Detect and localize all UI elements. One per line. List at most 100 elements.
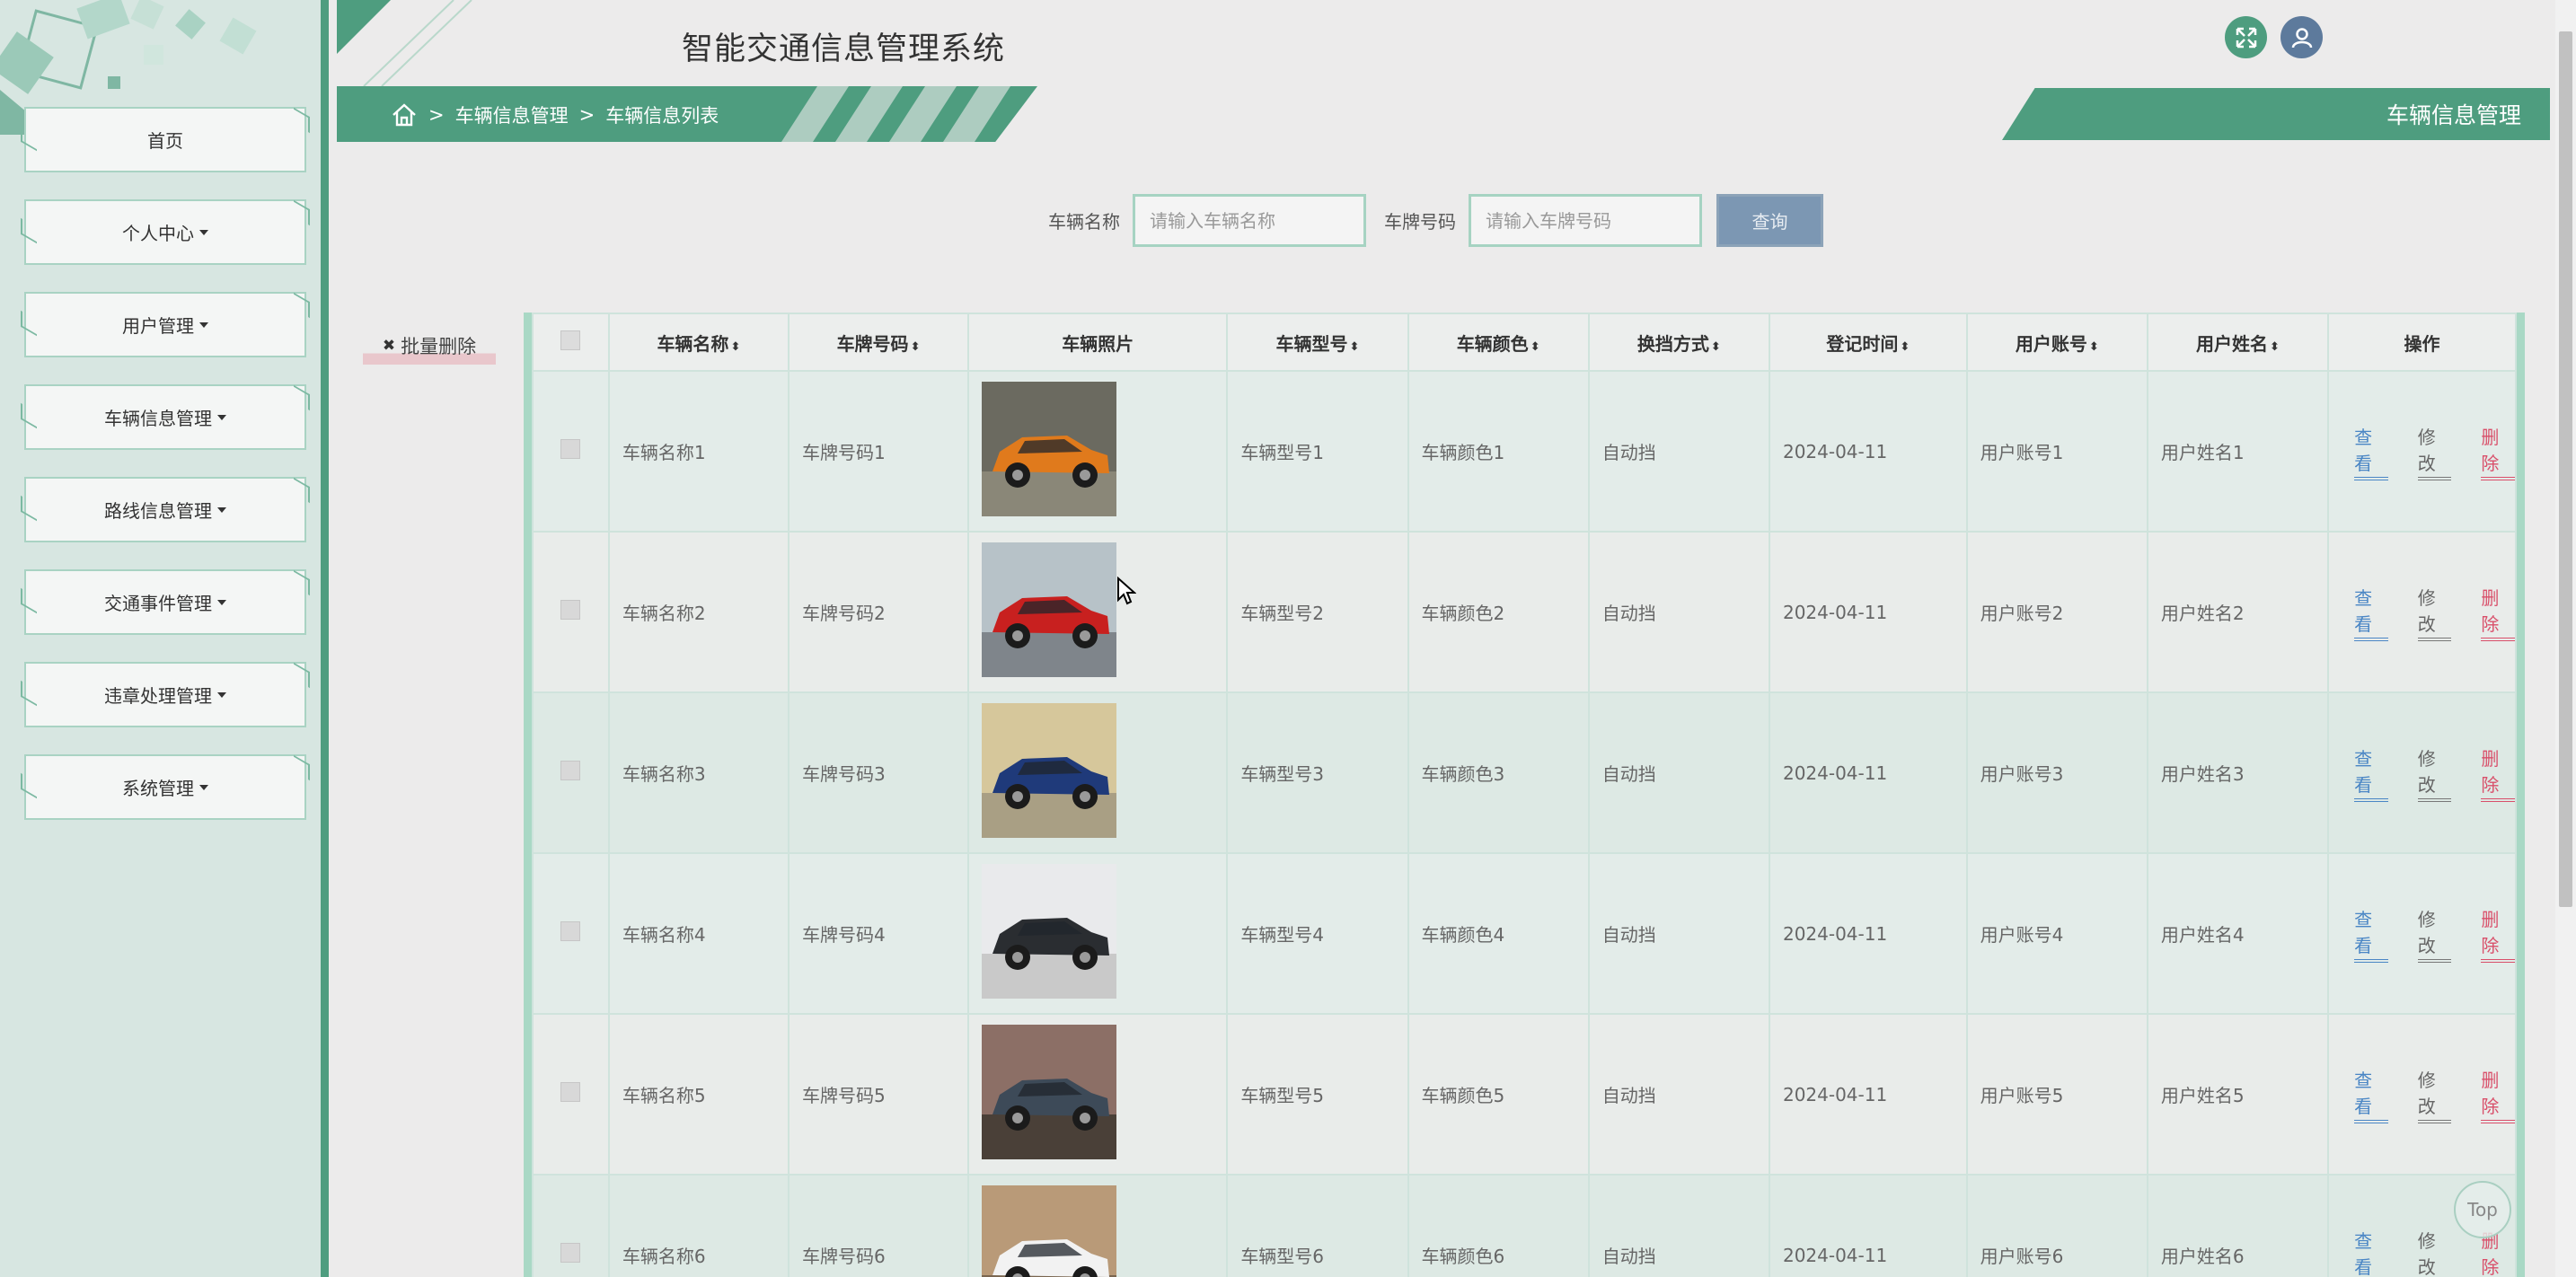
sidebar-item-1[interactable]: 个人中心 [24, 199, 306, 265]
vehicle-photo[interactable] [982, 1025, 1117, 1159]
breadcrumb-separator: > [428, 104, 445, 126]
column-header[interactable]: 用户姓名 ⬍ [2146, 313, 2330, 372]
sidebar-item-4[interactable]: 路线信息管理 [24, 477, 306, 542]
delete-button[interactable]: 删除 [2481, 905, 2515, 963]
home-icon[interactable] [391, 102, 418, 128]
sidebar-item-0[interactable]: 首页 [24, 107, 306, 172]
query-button[interactable]: 查询 [1716, 194, 1823, 247]
vehicle-photo[interactable] [982, 703, 1117, 838]
edit-button[interactable]: 修改 [2417, 584, 2452, 641]
sort-icon[interactable]: ⬍ [1900, 340, 1910, 354]
table-row: 车辆名称6 车牌号码6 车辆型号6 车辆颜色6 自动挡 2024-04-11 用户账号6 用户… [532, 1174, 2517, 1277]
vehicle-photo-cell [967, 1174, 1229, 1277]
column-header: 操作 [2327, 313, 2517, 372]
edit-button[interactable]: 修改 [2418, 1227, 2452, 1277]
caret-down-icon [217, 506, 226, 513]
cell-model: 车辆型号2 [1226, 531, 1409, 693]
column-header[interactable]: 登记时间 ⬍ [1768, 313, 1968, 372]
column-header-label: 登记时间 [1826, 332, 1899, 355]
cell-gear: 自动挡 [1587, 531, 1770, 693]
sort-icon[interactable]: ⬍ [1711, 340, 1721, 354]
scrollbar-thumb[interactable] [2559, 31, 2572, 907]
column-header[interactable]: 车辆型号 ⬍ [1226, 313, 1409, 372]
column-header[interactable]: 车牌号码 ⬍ [787, 313, 970, 372]
sidebar-item-label: 用户管理 [122, 315, 194, 337]
sort-icon[interactable]: ⬍ [730, 340, 740, 354]
row-actions-cell: 查看 修改 删除 [2327, 691, 2517, 854]
view-button[interactable]: 查看 [2354, 584, 2388, 641]
cell-gear: 自动挡 [1587, 1013, 1770, 1176]
column-header-label: 车辆照片 [1062, 332, 1134, 355]
cell-date: 2024-04-11 [1768, 691, 1968, 854]
column-header[interactable]: 换挡方式 ⬍ [1587, 313, 1770, 372]
delete-button[interactable]: 删除 [2481, 744, 2515, 802]
sort-icon[interactable]: ⬍ [1531, 340, 1540, 354]
edit-button[interactable]: 修改 [2417, 744, 2452, 802]
caret-down-icon [217, 599, 226, 605]
vehicle-photo-cell [967, 1013, 1229, 1176]
view-button[interactable]: 查看 [2354, 423, 2388, 480]
table-row: 车辆名称4 车牌号码4 车辆型号4 车辆颜色4 自动挡 2024-04-11 用户账号4 用户… [532, 852, 2517, 1015]
scrollbar[interactable] [2555, 0, 2576, 1277]
breadcrumb-item-vehicle-management[interactable]: 车辆信息管理 [455, 101, 569, 128]
row-checkbox[interactable] [560, 761, 581, 780]
cell-username: 用户姓名1 [2146, 370, 2330, 533]
row-checkbox[interactable] [560, 1243, 581, 1263]
vehicle-photo[interactable] [982, 864, 1117, 999]
back-to-top-button[interactable]: Top [2454, 1181, 2511, 1238]
user-icon[interactable] [2280, 16, 2323, 58]
delete-button[interactable]: 删除 [2481, 1066, 2515, 1123]
sidebar-item-5[interactable]: 交通事件管理 [24, 569, 306, 635]
search-form: 车辆名称 车牌号码 查询 [1048, 194, 1823, 247]
table-row: 车辆名称3 车牌号码3 车辆型号3 车辆颜色3 自动挡 2024-04-11 用户账号3 用户… [532, 691, 2517, 854]
row-checkbox[interactable] [560, 921, 581, 941]
vehicle-name-input[interactable] [1133, 194, 1366, 247]
cell-account: 用户账号1 [1965, 370, 2148, 533]
edit-button[interactable]: 修改 [2417, 1066, 2452, 1123]
cell-name: 车辆名称4 [607, 852, 790, 1015]
sort-icon[interactable]: ⬍ [911, 340, 921, 354]
view-button[interactable]: 查看 [2354, 1227, 2388, 1277]
app-title: 智能交通信息管理系统 [682, 31, 1006, 67]
sidebar-item-label: 个人中心 [122, 223, 194, 244]
sidebar-item-3[interactable]: 车辆信息管理 [24, 384, 306, 450]
caret-down-icon [217, 414, 226, 420]
sort-icon[interactable]: ⬍ [1349, 340, 1359, 354]
delete-button[interactable]: 删除 [2481, 423, 2515, 480]
row-checkbox-cell [532, 531, 610, 693]
vehicle-photo[interactable] [982, 542, 1117, 677]
row-checkbox[interactable] [560, 1082, 581, 1102]
column-header[interactable]: 用户账号 ⬍ [1965, 313, 2148, 372]
column-header[interactable]: 车辆名称 ⬍ [607, 313, 790, 372]
cell-username: 用户姓名4 [2146, 852, 2330, 1015]
edit-button[interactable]: 修改 [2417, 423, 2452, 480]
plate-number-input[interactable] [1469, 194, 1702, 247]
view-button[interactable]: 查看 [2354, 1066, 2388, 1123]
row-checkbox[interactable] [560, 600, 581, 620]
sidebar-item-label: 交通事件管理 [104, 593, 212, 614]
cell-name: 车辆名称1 [607, 370, 790, 533]
delete-button[interactable]: 删除 [2481, 584, 2515, 641]
batch-delete-button[interactable]: ✖ 批量删除 [363, 327, 496, 365]
caret-down-icon [199, 784, 208, 790]
vehicle-photo[interactable] [982, 1185, 1117, 1277]
view-button[interactable]: 查看 [2354, 744, 2388, 802]
sidebar-item-6[interactable]: 违章处理管理 [24, 662, 306, 727]
sort-icon[interactable]: ⬍ [2270, 340, 2280, 354]
row-actions-cell: 查看 修改 删除 [2327, 1013, 2517, 1176]
sidebar-item-7[interactable]: 系统管理 [24, 754, 306, 820]
view-button[interactable]: 查看 [2354, 905, 2388, 963]
sort-icon[interactable]: ⬍ [2089, 340, 2099, 354]
cell-color: 车辆颜色5 [1407, 1013, 1590, 1176]
table-row: 车辆名称5 车牌号码5 车辆型号5 车辆颜色5 自动挡 2024-04-11 用户账号5 用户… [532, 1013, 2517, 1176]
cell-model: 车辆型号6 [1226, 1174, 1409, 1277]
mouse-cursor-icon [1117, 577, 1136, 605]
vehicle-photo[interactable] [982, 382, 1117, 516]
select-all-checkbox[interactable] [560, 330, 581, 350]
fullscreen-icon[interactable] [2225, 16, 2267, 58]
sidebar-item-2[interactable]: 用户管理 [24, 292, 306, 357]
row-checkbox[interactable] [560, 439, 581, 459]
cell-username: 用户姓名3 [2146, 691, 2330, 854]
column-header[interactable]: 车辆颜色 ⬍ [1407, 313, 1590, 372]
edit-button[interactable]: 修改 [2417, 905, 2452, 963]
